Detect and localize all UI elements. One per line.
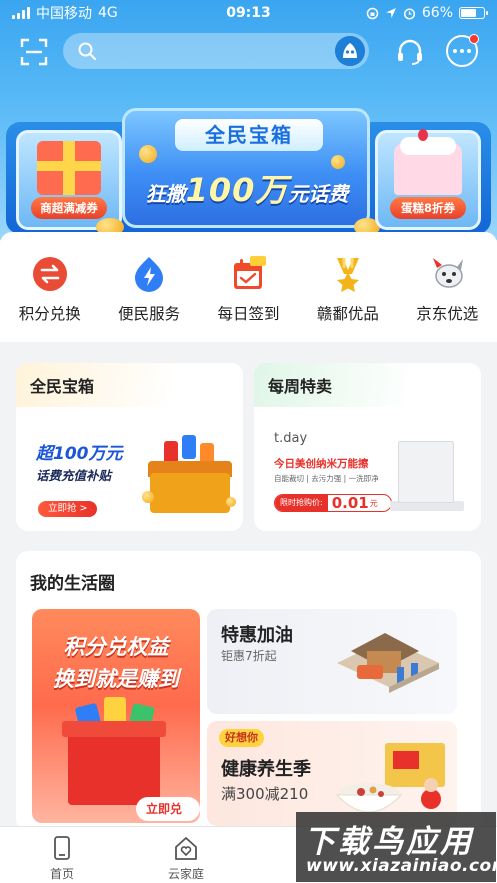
battery-percent: 66%	[421, 5, 453, 21]
calendar-icon	[234, 256, 267, 289]
health-season-card[interactable]: 好想你 健康养生季 满300减210	[207, 721, 457, 826]
promo-banner[interactable]: 商超满减券 全民宝箱 狂撒100万元话费 蛋糕8折券	[0, 100, 497, 240]
search-box[interactable]	[63, 33, 369, 69]
site-watermark: 下载鸟应用 www.xiazainiao.com	[296, 812, 497, 882]
alarm-icon	[403, 7, 415, 20]
search-icon	[78, 42, 97, 61]
sponge-product-image	[398, 441, 454, 503]
weekly-sale-card[interactable]: 每周特卖 t.day 今日美创纳米万能擦 自能裁切 | 去污力强 | 一洗即净 …	[254, 363, 481, 531]
weekly-product-features: 自能裁切 | 去污力强 | 一洗即净	[274, 474, 379, 483]
treasure-grab-button[interactable]: 立即抢 >	[38, 501, 98, 517]
coin-icon	[331, 155, 345, 169]
home-heart-icon	[175, 837, 197, 860]
tab-label: 首页	[49, 867, 74, 881]
life-circle-title: 我的生活圈	[30, 574, 115, 594]
watermark-url: www.xiazainiao.com	[306, 856, 497, 876]
phone-prize-icon	[182, 435, 196, 459]
status-bar: 中国移动 4G 09:13 66%	[0, 0, 497, 26]
quick-item-convenience[interactable]: 便民服务	[99, 254, 198, 334]
fuel-discount-card[interactable]: 特惠加油 钜惠7折起	[207, 609, 457, 714]
quick-label: 赣鄱优品	[316, 305, 379, 323]
fuel-title: 特惠加油	[221, 625, 293, 646]
quick-nav-panel: 积分兑换 便民服务 每日签到 赣鄱优品 京东优选	[0, 232, 497, 342]
brand-badge: 好想你	[219, 729, 264, 747]
weekly-product-name: 今日美创纳米万能擦	[274, 458, 369, 470]
headline-prefix: 狂撒	[145, 182, 186, 206]
treasure-banner-center[interactable]: 全民宝箱 狂撒100万元话费	[122, 108, 370, 228]
signal-icon	[12, 7, 30, 19]
weekly-sale-title: 每周特卖	[254, 363, 481, 407]
tab-home[interactable]: 首页	[0, 827, 124, 883]
health-food-icon	[335, 743, 445, 813]
rotation-lock-icon	[366, 7, 379, 19]
treasure-promo-headline: 超100万元	[36, 444, 123, 464]
points-rights-subline: 换到就是赚到	[53, 667, 179, 691]
status-right: 66%	[366, 5, 488, 21]
carrier-name: 中国移动	[36, 6, 92, 22]
status-left: 中国移动 4G	[12, 3, 118, 23]
quick-item-points-exchange[interactable]: 积分兑换	[0, 254, 99, 334]
brand-logo: t.day	[274, 431, 308, 446]
banner-tag: 全民宝箱	[175, 119, 323, 151]
banner-headline: 狂撒100万元话费	[129, 165, 365, 211]
mascot-voice-icon[interactable]	[335, 36, 365, 66]
health-subtitle: 满300减210	[221, 785, 309, 803]
hero-header: 中国移动 4G 09:13 66% 商超满减券 全民宝箱 狂撒100万元话费 蛋…	[0, 0, 497, 240]
price-value: 0.01	[331, 494, 369, 512]
gas-station-icon	[337, 633, 439, 693]
headline-suffix: 元话费	[288, 182, 349, 206]
headline-amount: 100万	[185, 171, 289, 209]
quick-nav: 积分兑换 便民服务 每日签到 赣鄱优品 京东优选	[0, 254, 497, 334]
supermarket-coupon-label: 商超满减券	[31, 197, 107, 219]
health-title: 健康养生季	[221, 759, 311, 780]
jd-dog-icon	[433, 258, 464, 288]
more-menu-button[interactable]	[446, 34, 479, 67]
watermark-title: 下载鸟应用	[304, 824, 474, 860]
quick-label: 每日签到	[217, 305, 280, 323]
quick-label: 积分兑换	[18, 305, 81, 323]
gift-box-icon	[37, 141, 101, 195]
quick-label: 京东优选	[416, 305, 479, 323]
phone-icon	[54, 836, 70, 860]
scan-icon[interactable]	[20, 38, 48, 66]
treasure-promo-subline: 话费充值补贴	[36, 468, 112, 483]
cake-coupon-card[interactable]: 蛋糕8折券	[375, 129, 481, 230]
price-unit: 元	[369, 499, 378, 508]
medal-icon	[336, 258, 359, 292]
price-label: 限时抢购价:	[275, 495, 328, 511]
battery-fill	[461, 9, 476, 17]
redeem-now-button[interactable]: 立即兑换 >	[136, 797, 200, 821]
gift-box-icon	[62, 721, 166, 805]
quick-item-daily-checkin[interactable]: 每日签到	[199, 254, 298, 334]
tab-label: 云家庭	[167, 867, 204, 881]
supermarket-coupon-card[interactable]: 商超满减券	[16, 130, 122, 230]
cake-coupon-label: 蛋糕8折券	[390, 197, 466, 219]
life-circle-section: 我的生活圈 积分兑权益 换到就是赚到 立即兑换 > 特惠加油 钜惠7折起 好想你…	[16, 551, 481, 831]
points-rights-headline: 积分兑权益	[63, 635, 169, 659]
lightning-icon	[135, 257, 164, 292]
battery-icon	[459, 7, 488, 19]
fuel-subtitle: 钜惠7折起	[221, 649, 277, 663]
exchange-icon	[32, 257, 67, 291]
network-type: 4G	[98, 5, 118, 21]
treasure-card[interactable]: 全民宝箱 超100万元 话费充值补贴 立即抢 >	[16, 363, 243, 531]
quick-item-jd-select[interactable]: 京东优选	[398, 254, 497, 334]
quick-label: 便民服务	[118, 305, 181, 323]
treasure-chest-icon	[142, 435, 236, 515]
points-rights-card[interactable]: 积分兑权益 换到就是赚到 立即兑换 >	[32, 609, 200, 823]
tab-cloud-family[interactable]: 云家庭	[124, 827, 248, 883]
search-input[interactable]	[105, 39, 325, 63]
search-row	[0, 33, 497, 69]
treasure-card-title: 全民宝箱	[16, 363, 243, 407]
coin-icon	[139, 145, 157, 163]
cake-icon	[394, 129, 462, 195]
quick-item-ganpo-goods[interactable]: 赣鄱优品	[298, 254, 397, 334]
notification-dot	[469, 34, 479, 44]
price-tag: 限时抢购价: 0.01 元	[274, 494, 392, 512]
location-arrow-icon	[385, 8, 396, 18]
headset-icon[interactable]	[393, 35, 427, 69]
